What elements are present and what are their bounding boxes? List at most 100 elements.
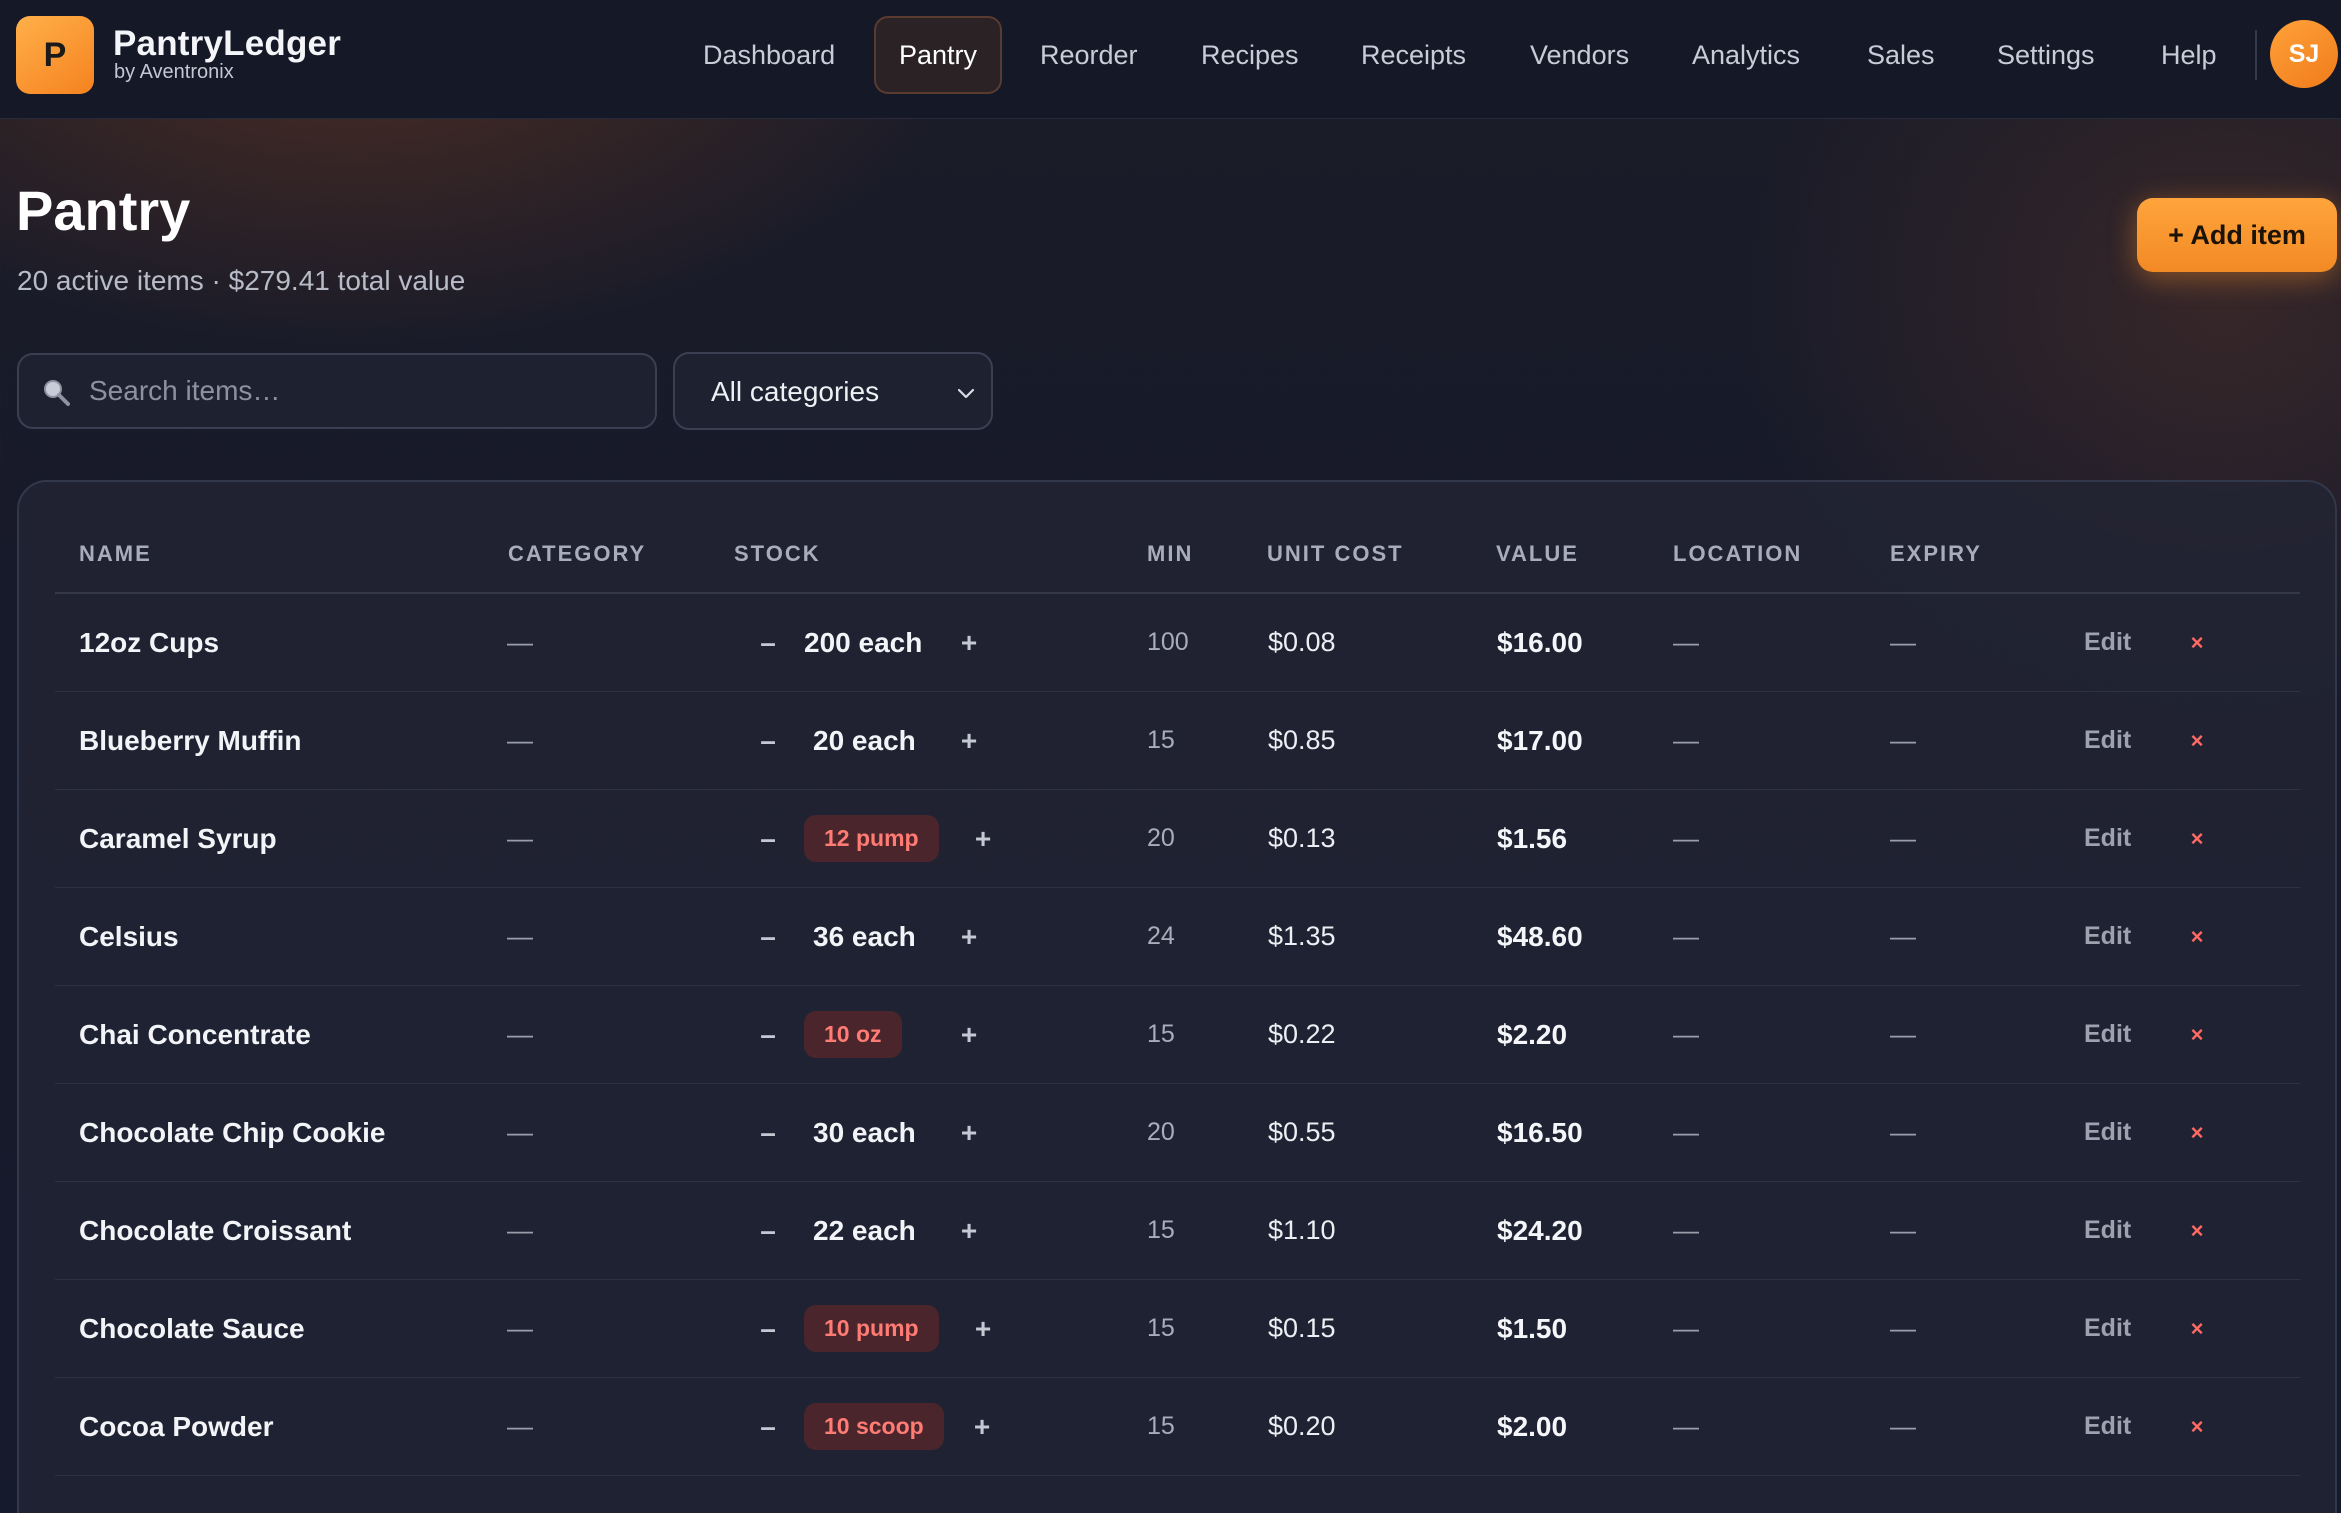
edit-button[interactable]: Edit [2084,986,2131,1083]
increase-stock-button[interactable]: + [968,1280,998,1377]
item-name[interactable]: Celsius [79,888,179,985]
item-name[interactable]: Blueberry Muffin [79,692,301,789]
decrease-stock-button[interactable]: – [750,1378,786,1475]
edit-button[interactable]: Edit [2084,1280,2131,1377]
item-value: $48.60 [1497,920,1583,952]
column-header-unit-cost[interactable]: UNIT COST [1267,541,1404,567]
table-row[interactable]: Chocolate Sauce — –10 pump +15 $0.15 $1.50 — — E… [55,1280,2300,1378]
nav-reorder[interactable]: Reorder [1016,16,1162,94]
item-min: 15 [1147,726,1175,754]
stock-cell: 10 pump [804,1280,939,1377]
table-row[interactable]: Cocoa Powder — –10 scoop +15 $0.20 $2.00 — — Edi… [55,1378,2300,1476]
increase-stock-button[interactable]: + [967,1378,997,1475]
increase-stock-button[interactable]: + [954,594,984,691]
table-row[interactable]: Chocolate Croissant — –22 each +15 $1.10 $24.… [55,1182,2300,1280]
item-value: $16.50 [1497,1116,1583,1148]
column-header-value[interactable]: VALUE [1496,541,1579,567]
decrease-stock-button[interactable]: – [750,1182,786,1279]
column-header-name[interactable]: NAME [79,541,152,567]
nav-analytics[interactable]: Analytics [1668,16,1824,94]
item-location: — [1673,1411,1699,1441]
item-value: $16.00 [1497,626,1583,658]
decrease-stock-button[interactable]: – [750,692,786,789]
nav-vendors[interactable]: Vendors [1506,16,1653,94]
nav-sales[interactable]: Sales [1843,16,1959,94]
table-row[interactable]: Chai Concentrate — –10 oz +15 $0.22 $2.20 — — Ed… [55,986,2300,1084]
brand-logo[interactable]: P [16,16,94,94]
increase-stock-button[interactable]: + [968,790,998,887]
table-row[interactable]: Caramel Syrup — –12 pump +20 $0.13 $1.56 — — Edi… [55,790,2300,888]
nav-receipts[interactable]: Receipts [1337,16,1490,94]
column-header-category[interactable]: CATEGORY [508,541,646,567]
item-name[interactable]: Chocolate Chip Cookie [79,1084,385,1181]
item-location: — [1673,725,1699,755]
table-row[interactable]: 12oz Cups — –200 each +100 $0.08 $16.00 — — Edit… [55,594,2300,692]
nav-recipes[interactable]: Recipes [1177,16,1323,94]
delete-button[interactable]: × [2182,594,2212,691]
page-subtitle: 20 active items · $279.41 total value [17,265,466,296]
item-expiry: — [1890,823,1916,853]
item-expiry: — [1890,1215,1916,1245]
increase-stock-button[interactable]: + [954,888,984,985]
decrease-stock-button[interactable]: – [750,594,786,691]
delete-button[interactable]: × [2182,888,2212,985]
decrease-stock-button[interactable]: – [750,986,786,1083]
item-name[interactable]: Cocoa Powder [79,1378,273,1475]
search-input[interactable] [89,363,639,419]
nav-pantry[interactable]: Pantry [874,16,1002,94]
nav-help[interactable]: Help [2137,16,2241,94]
decrease-stock-button[interactable]: – [750,1280,786,1377]
increase-stock-button[interactable]: + [954,1084,984,1181]
item-name[interactable]: Chocolate Croissant [79,1182,351,1279]
nav-settings[interactable]: Settings [1973,16,2119,94]
stock-quantity: 22 each [813,1214,916,1246]
user-avatar[interactable]: SJ [2270,20,2338,88]
decrease-stock-button[interactable]: – [750,888,786,985]
column-header-expiry[interactable]: EXPIRY [1890,541,1982,567]
column-header-stock[interactable]: STOCK [734,541,821,567]
item-location: — [1673,921,1699,951]
decrease-stock-button[interactable]: – [750,790,786,887]
item-name[interactable]: Chai Concentrate [79,986,311,1083]
edit-button[interactable]: Edit [2084,692,2131,789]
stock-cell: 12 pump [804,790,939,887]
delete-button[interactable]: × [2182,790,2212,887]
edit-button[interactable]: Edit [2084,888,2131,985]
item-name[interactable]: Chocolate Sauce [79,1280,305,1377]
column-header-location[interactable]: LOCATION [1673,541,1802,567]
item-expiry: — [1890,1313,1916,1343]
table-row[interactable]: Celsius — –36 each +24 $1.35 $48.60 — — Edit × [55,888,2300,986]
nav-dashboard[interactable]: Dashboard [679,16,859,94]
item-min: 20 [1147,1118,1175,1146]
increase-stock-button[interactable]: + [954,986,984,1083]
delete-button[interactable]: × [2182,692,2212,789]
item-name[interactable]: 12oz Cups [79,594,219,691]
delete-button[interactable]: × [2182,1182,2212,1279]
item-location: — [1673,823,1699,853]
decrease-stock-button[interactable]: – [750,1084,786,1181]
add-item-button[interactable]: + Add item [2137,198,2337,272]
item-unit-cost: $0.22 [1268,1019,1336,1049]
item-category: — [507,1215,533,1245]
edit-button[interactable]: Edit [2084,790,2131,887]
column-header-min[interactable]: MIN [1147,541,1193,567]
stock-cell: 200 each [804,594,922,691]
delete-button[interactable]: × [2182,986,2212,1083]
table-row[interactable]: Chocolate Chip Cookie — –30 each +20 $0.55 $1… [55,1084,2300,1182]
item-name[interactable]: Caramel Syrup [79,790,277,887]
edit-button[interactable]: Edit [2084,1378,2131,1475]
brand-subtitle: by Aventronix [114,61,234,83]
delete-button[interactable]: × [2182,1084,2212,1181]
edit-button[interactable]: Edit [2084,1084,2131,1181]
increase-stock-button[interactable]: + [954,692,984,789]
item-unit-cost: $0.13 [1268,823,1336,853]
edit-button[interactable]: Edit [2084,594,2131,691]
edit-button[interactable]: Edit [2084,1182,2131,1279]
item-unit-cost: $1.10 [1268,1215,1336,1245]
item-value: $1.50 [1497,1312,1568,1344]
category-select[interactable]: All categories [673,352,993,430]
table-row[interactable]: Blueberry Muffin — –20 each +15 $0.85 $17.00 —… [55,692,2300,790]
increase-stock-button[interactable]: + [954,1182,984,1279]
delete-button[interactable]: × [2182,1280,2212,1377]
delete-button[interactable]: × [2182,1378,2212,1475]
